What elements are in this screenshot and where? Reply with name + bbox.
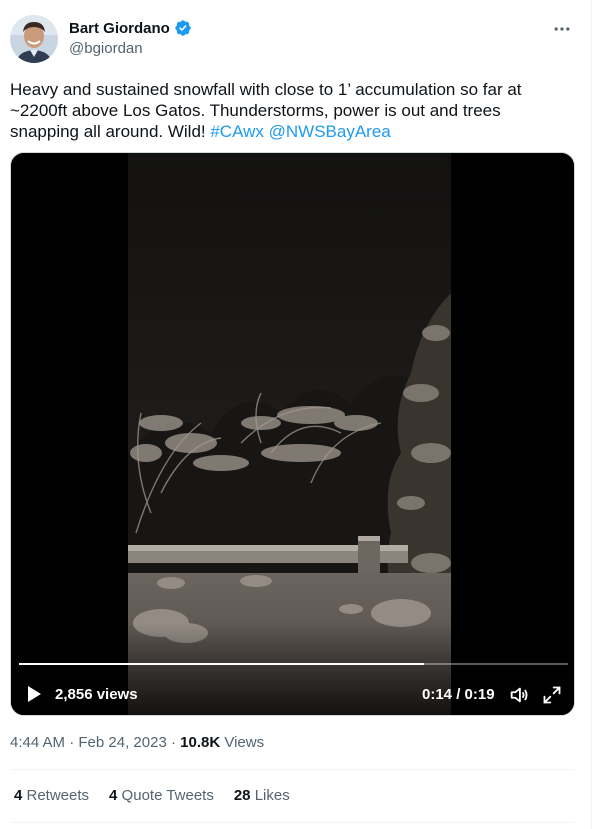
mention-link[interactable]: @NWSBayArea [269,122,391,141]
engagement-stats: 4 Retweets 4 Quote Tweets 28 Likes [14,787,290,804]
play-icon[interactable] [25,685,43,703]
video-views: 2,856 views [55,686,138,703]
duration: 0:19 [464,686,495,703]
verified-badge-icon [174,19,192,37]
video-time: 0:14 / 0:19 [422,686,495,703]
name-row: Bart Giordano [69,19,192,37]
views-label: Views [220,734,265,751]
tweet-card: Bart Giordano @bgiordan Heavy and sustai… [0,0,592,829]
fullscreen-icon[interactable] [542,685,562,705]
retweets-stat[interactable]: 4 Retweets [14,787,89,804]
divider [10,769,575,770]
progress-fill [19,663,424,665]
progress-bar[interactable] [19,663,568,665]
current-time: 0:14 [422,686,453,703]
quote-tweets-stat[interactable]: 4 Quote Tweets [109,787,214,804]
tweet-text: Heavy and sustained snowfall with close … [10,79,570,142]
meta-separator: · [65,734,79,751]
video-controls: 2,856 views 0:14 / 0:19 [11,673,574,715]
tweet-time[interactable]: 4:44 AM [10,734,65,751]
tweet-date[interactable]: Feb 24, 2023 [78,734,166,751]
quotes-label: Quote Tweets [117,787,214,804]
time-separator: / [452,686,465,703]
likes-label: Likes [250,787,290,804]
handle[interactable]: @bgiordan [69,40,143,57]
view-count: 10.8K [180,734,221,751]
more-icon[interactable] [551,18,573,40]
retweets-label: Retweets [22,787,90,804]
hashtag-link[interactable]: #CAwx [210,122,264,141]
avatar[interactable] [10,15,58,63]
likes-stat[interactable]: 28 Likes [234,787,290,804]
video-player[interactable]: 2,856 views 0:14 / 0:19 [10,152,575,716]
divider [10,822,575,823]
likes-count: 28 [233,787,251,804]
meta-separator: · [166,734,181,751]
display-name[interactable]: Bart Giordano [69,20,170,37]
video-frame [11,153,574,715]
tweet-body: Heavy and sustained snowfall with close … [10,80,522,141]
volume-icon[interactable] [508,684,530,706]
tweet-meta: 4:44 AM · Feb 24, 2023 · 10.8K Views [10,734,264,751]
